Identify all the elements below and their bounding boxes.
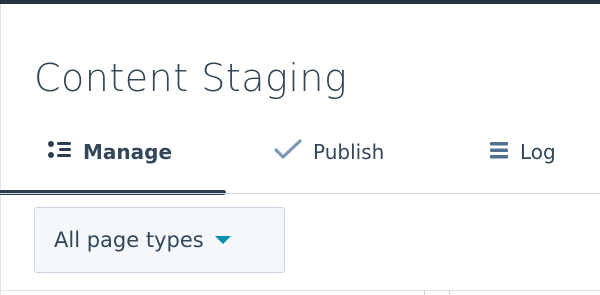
list-icon [47, 140, 73, 165]
tab-log[interactable]: Log [488, 128, 556, 176]
column-divider [449, 290, 450, 295]
tabs-divider [0, 193, 600, 194]
tab-manage[interactable]: Manage [47, 128, 172, 176]
tab-manage-label: Manage [83, 140, 173, 164]
tab-publish[interactable]: Publish [273, 128, 384, 176]
page-title: Content Staging [34, 56, 348, 100]
page-type-filter-value: All page types [54, 228, 204, 252]
top-bar [0, 0, 600, 4]
menu-icon [488, 139, 510, 166]
caret-down-icon [214, 236, 231, 244]
tab-bar: Manage Publish Log [0, 128, 600, 195]
tab-log-label: Log [520, 140, 556, 164]
content-top-border [0, 290, 600, 291]
page-type-filter-dropdown[interactable]: All page types [34, 207, 285, 273]
tab-publish-label: Publish [313, 140, 385, 164]
check-icon [273, 138, 303, 166]
column-divider [424, 290, 425, 295]
